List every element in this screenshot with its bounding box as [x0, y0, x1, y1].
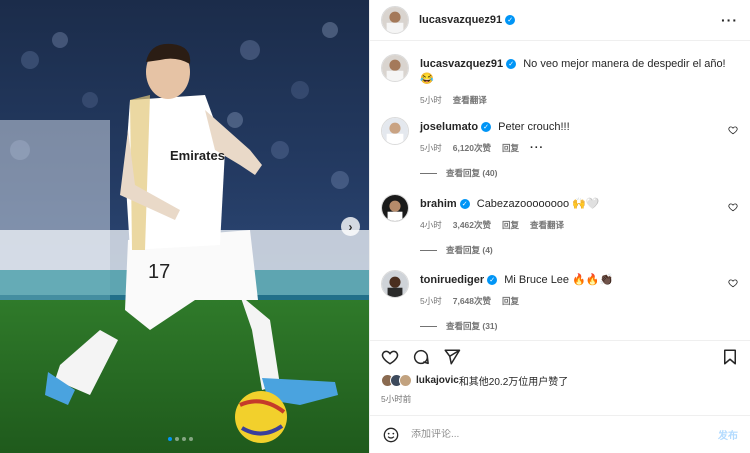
share-icon[interactable] [443, 348, 461, 366]
liker-username[interactable]: lukajovic [416, 375, 459, 386]
comment-likes[interactable]: 3,462次赞 [453, 219, 491, 231]
carousel-dot [175, 437, 179, 441]
bookmark-icon[interactable] [721, 348, 739, 366]
like-comment-heart-icon[interactable] [728, 278, 738, 288]
like-comment-heart-icon[interactable] [728, 202, 738, 212]
likes-summary: lukajovic 和其他20.2万位用户赞了 [381, 373, 568, 388]
verified-badge-icon: ✓ [487, 275, 498, 286]
reply-button[interactable]: 回复 [502, 142, 519, 154]
liker-avatars[interactable] [381, 374, 412, 387]
emoji-icon[interactable] [383, 427, 399, 443]
comment-text: Peter crouch!!! [498, 121, 570, 133]
football-player-photo: Emirates 17 [0, 0, 369, 453]
author-username[interactable]: lucasvazquez91 [419, 14, 502, 26]
caption-text: No veo mejor manera de despedir el año! [523, 58, 726, 70]
view-replies-label: 查看回复 (4) [446, 245, 493, 255]
comment-text: Cabezazoooooooo 🙌🤍 [476, 198, 600, 210]
carousel-dot [182, 437, 186, 441]
comment-options-icon[interactable]: ··· [530, 142, 544, 154]
comment-time[interactable]: 5小时 [420, 142, 442, 154]
carousel-indicator [168, 437, 193, 441]
comments-list: lucasvazquez91 ✓ No veo mejor manera de d… [370, 41, 750, 340]
carousel-dot [189, 437, 193, 441]
comment-time[interactable]: 5小时 [420, 295, 442, 307]
comment-input[interactable] [411, 429, 718, 440]
comment-text: Mi Bruce Lee 🔥🔥👏🏿 [504, 274, 614, 286]
reply-button[interactable]: 回复 [502, 219, 519, 231]
verified-badge-icon: ✓ [459, 199, 470, 210]
comment-likes[interactable]: 6,120次赞 [453, 142, 491, 154]
liker-avatar [399, 374, 412, 387]
comment-icon[interactable] [412, 348, 430, 366]
comment-username[interactable]: brahim [420, 198, 457, 210]
comment-username[interactable]: toniruediger [420, 274, 484, 286]
see-translation-button[interactable]: 查看翻译 [453, 94, 487, 106]
verified-badge-icon: ✓ [506, 59, 517, 70]
reply-button[interactable]: 回复 [502, 295, 519, 307]
likes-count-text[interactable]: 和其他20.2万位用户赞了 [459, 373, 568, 388]
caption-username[interactable]: lucasvazquez91 [420, 58, 503, 70]
chevron-right-icon: › [348, 219, 353, 234]
add-comment-bar: 发布 [370, 415, 750, 453]
comment-time[interactable]: 4小时 [420, 219, 442, 231]
comment-likes[interactable]: 7,648次赞 [453, 295, 491, 307]
post-comment-button[interactable]: 发布 [718, 427, 738, 442]
view-replies-button[interactable]: 查看回复 (40) [420, 167, 497, 179]
like-comment-heart-icon[interactable] [728, 125, 738, 135]
verified-badge-icon: ✓ [481, 122, 492, 133]
view-replies-button[interactable]: 查看回复 (4) [420, 244, 493, 256]
caption-avatar[interactable] [381, 54, 409, 82]
svg-text:Emirates: Emirates [170, 148, 225, 163]
carousel-dot [168, 437, 172, 441]
view-replies-button[interactable]: 查看回复 (31) [420, 320, 497, 332]
post-photo: Emirates 17 › [0, 0, 369, 453]
post-actions-bar [370, 340, 750, 370]
post-timestamp[interactable]: 5小时前 [381, 393, 411, 405]
view-replies-label: 查看回复 (31) [446, 321, 498, 331]
post-header: lucasvazquez91 ✓ ··· [370, 0, 750, 41]
comment-avatar[interactable] [381, 270, 409, 298]
view-replies-label: 查看回复 (40) [446, 168, 498, 178]
see-translation-button[interactable]: 查看翻译 [530, 219, 564, 231]
author-avatar[interactable] [381, 6, 409, 34]
comment-avatar[interactable] [381, 194, 409, 222]
post-details-panel: lucasvazquez91 ✓ ··· lucasvazquez91 ✓ No … [369, 0, 750, 453]
comment-username[interactable]: joselumato [420, 121, 478, 133]
caption-emoji: 😂 [420, 73, 434, 85]
caption-time[interactable]: 5小时 [420, 94, 442, 106]
verified-badge-icon: ✓ [505, 15, 516, 25]
next-photo-button[interactable]: › [341, 217, 360, 236]
svg-text:17: 17 [148, 261, 170, 283]
comment-avatar[interactable] [381, 117, 409, 145]
heart-icon[interactable] [381, 348, 399, 366]
more-options-icon[interactable]: ··· [721, 12, 738, 28]
